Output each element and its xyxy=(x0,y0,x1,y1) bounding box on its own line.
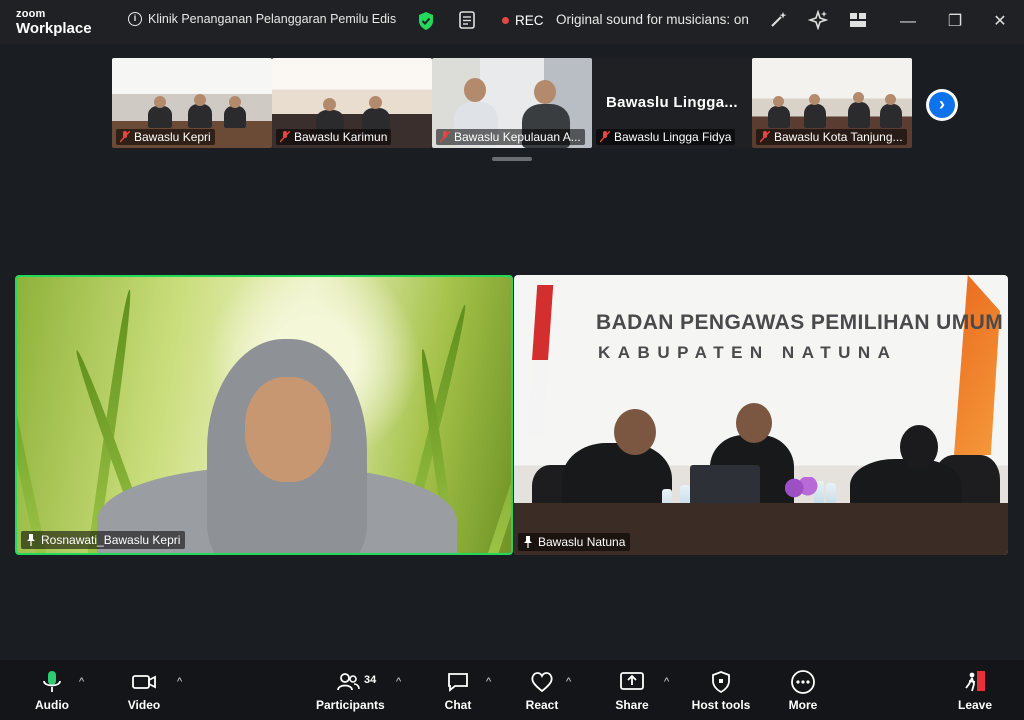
video-tile[interactable]: Bawaslu Kepulauan A... xyxy=(432,58,592,148)
pin-icon xyxy=(524,536,532,548)
bawaslu-banner xyxy=(954,275,1000,455)
zoom-workplace-logo: zoom Workplace xyxy=(16,8,92,37)
video-tile[interactable]: Bawaslu Kota Tanjung... xyxy=(752,58,912,148)
flower-vase xyxy=(784,477,818,499)
summary-icon[interactable] xyxy=(458,10,476,30)
chevron-right-icon: › xyxy=(929,92,955,118)
video-tile[interactable]: Bawaslu Kepri xyxy=(112,58,272,148)
meeting-title: Klinik Penanganan Pelanggaran Pemilu Edi… xyxy=(148,12,397,26)
chat-label: Chat xyxy=(444,698,472,712)
mic-muted-icon xyxy=(440,131,450,143)
react-label: React xyxy=(525,698,559,712)
participant-name: Bawaslu Natuna xyxy=(538,535,626,549)
logo-bottom: Workplace xyxy=(16,20,92,37)
banner-title: BADAN PENGAWAS PEMILIHAN UMUM xyxy=(596,311,1004,334)
title-bar: zoom Workplace i Klinik Penanganan Pelan… xyxy=(0,0,1024,44)
magic-wand-icon[interactable] xyxy=(768,10,788,30)
participant-label: Bawaslu Lingga Fidya xyxy=(596,129,736,145)
participants-icon xyxy=(337,673,360,691)
filmstrip-resize-handle[interactable] xyxy=(492,157,532,161)
banner-subtitle: KABUPATEN NATUNA xyxy=(598,343,898,362)
react-options-chevron-icon[interactable]: ^ xyxy=(566,676,571,688)
share-label: Share xyxy=(615,698,649,712)
rec-label: REC xyxy=(515,13,544,28)
participants-label: Participants xyxy=(316,698,385,712)
meeting-info[interactable]: i Klinik Penanganan Pelanggaran Pemilu E… xyxy=(128,12,396,26)
react-button[interactable]: React xyxy=(510,670,574,712)
view-layout-icon[interactable] xyxy=(848,10,868,30)
host-tools-button[interactable]: Host tools xyxy=(689,670,753,712)
minimize-icon[interactable]: — xyxy=(898,12,918,32)
participant-name: Bawaslu Kepulauan A... xyxy=(454,130,581,144)
participants-options-chevron-icon[interactable]: ^ xyxy=(396,676,401,688)
participant-label: Bawaslu Kepulauan A... xyxy=(436,129,585,145)
rec-dot-icon xyxy=(502,17,509,24)
mic-muted-icon xyxy=(760,131,770,143)
host-tools-label: Host tools xyxy=(691,698,751,712)
chat-bubble-icon xyxy=(448,673,468,692)
participant-name: Bawaslu Karimun xyxy=(294,130,388,144)
close-icon[interactable]: ✕ xyxy=(990,12,1010,32)
participant-display-name: Bawaslu Lingga... xyxy=(606,94,738,111)
more-icon xyxy=(791,670,815,694)
original-sound-status[interactable]: Original sound for musicians: on xyxy=(556,12,749,27)
leave-button[interactable]: Leave xyxy=(943,670,1007,712)
more-button[interactable]: More xyxy=(771,670,835,712)
encryption-shield-icon[interactable] xyxy=(417,11,435,31)
video-options-chevron-icon[interactable]: ^ xyxy=(177,676,182,688)
chat-button[interactable]: Chat xyxy=(426,670,490,712)
participant-label: Bawaslu Karimun xyxy=(276,129,392,145)
share-screen-icon xyxy=(620,672,644,690)
mic-muted-icon xyxy=(280,131,290,143)
participant-label: Rosnawati_Bawaslu Kepri xyxy=(21,531,186,549)
meeting-toolbar: Audio ^ Video ^ Participants 34 ^ Chat ^… xyxy=(0,660,1024,720)
share-button[interactable]: Share xyxy=(600,670,664,712)
audio-button[interactable]: Audio xyxy=(20,670,84,712)
share-options-chevron-icon[interactable]: ^ xyxy=(664,676,669,688)
leave-door-icon xyxy=(965,671,985,692)
participant-name: Bawaslu Lingga Fidya xyxy=(614,130,732,144)
microphone-icon xyxy=(43,671,61,692)
mic-muted-icon xyxy=(600,131,610,143)
participant-name: Bawaslu Kota Tanjung... xyxy=(774,130,903,144)
participant-name: Bawaslu Kepri xyxy=(134,130,211,144)
video-tile[interactable]: Bawaslu Lingga... Bawaslu Lingga Fidya xyxy=(592,58,752,148)
logo-top: zoom xyxy=(16,8,46,20)
audio-label: Audio xyxy=(35,698,69,712)
video-tile[interactable]: Bawaslu Karimun xyxy=(272,58,432,148)
chat-options-chevron-icon[interactable]: ^ xyxy=(486,676,491,688)
leave-label: Leave xyxy=(957,698,993,712)
restore-icon[interactable]: ❐ xyxy=(945,12,965,32)
laptop xyxy=(690,465,760,507)
active-speaker-video[interactable]: Rosnawati_Bawaslu Kepri xyxy=(15,275,513,555)
mic-muted-icon xyxy=(120,131,130,143)
gallery-filmstrip: Bawaslu Kepri Bawaslu Karimun Bawaslu Ke… xyxy=(112,58,912,148)
video-camera-icon xyxy=(132,675,156,689)
participants-count: 34 xyxy=(364,674,377,686)
heart-icon xyxy=(531,672,553,693)
participant-label: Bawaslu Kota Tanjung... xyxy=(756,129,907,145)
participant-label: Bawaslu Kepri xyxy=(116,129,215,145)
next-page-button[interactable]: › xyxy=(926,89,958,121)
info-icon[interactable]: i xyxy=(128,12,142,26)
participant-label: Bawaslu Natuna xyxy=(518,533,631,551)
participant-video[interactable]: BADAN PENGAWAS PEMILIHAN UMUM KABUPATEN … xyxy=(514,275,1008,555)
video-button[interactable]: Video xyxy=(112,670,176,712)
participant-name: Rosnawati_Bawaslu Kepri xyxy=(41,533,181,547)
video-label: Video xyxy=(127,698,161,712)
ai-companion-icon[interactable] xyxy=(808,10,828,30)
more-label: More xyxy=(788,698,818,712)
host-shield-icon xyxy=(712,671,730,694)
audio-options-chevron-icon[interactable]: ^ xyxy=(79,676,84,688)
indonesian-flag xyxy=(526,285,554,435)
recording-indicator[interactable]: REC xyxy=(502,13,544,28)
pin-icon xyxy=(27,534,35,546)
